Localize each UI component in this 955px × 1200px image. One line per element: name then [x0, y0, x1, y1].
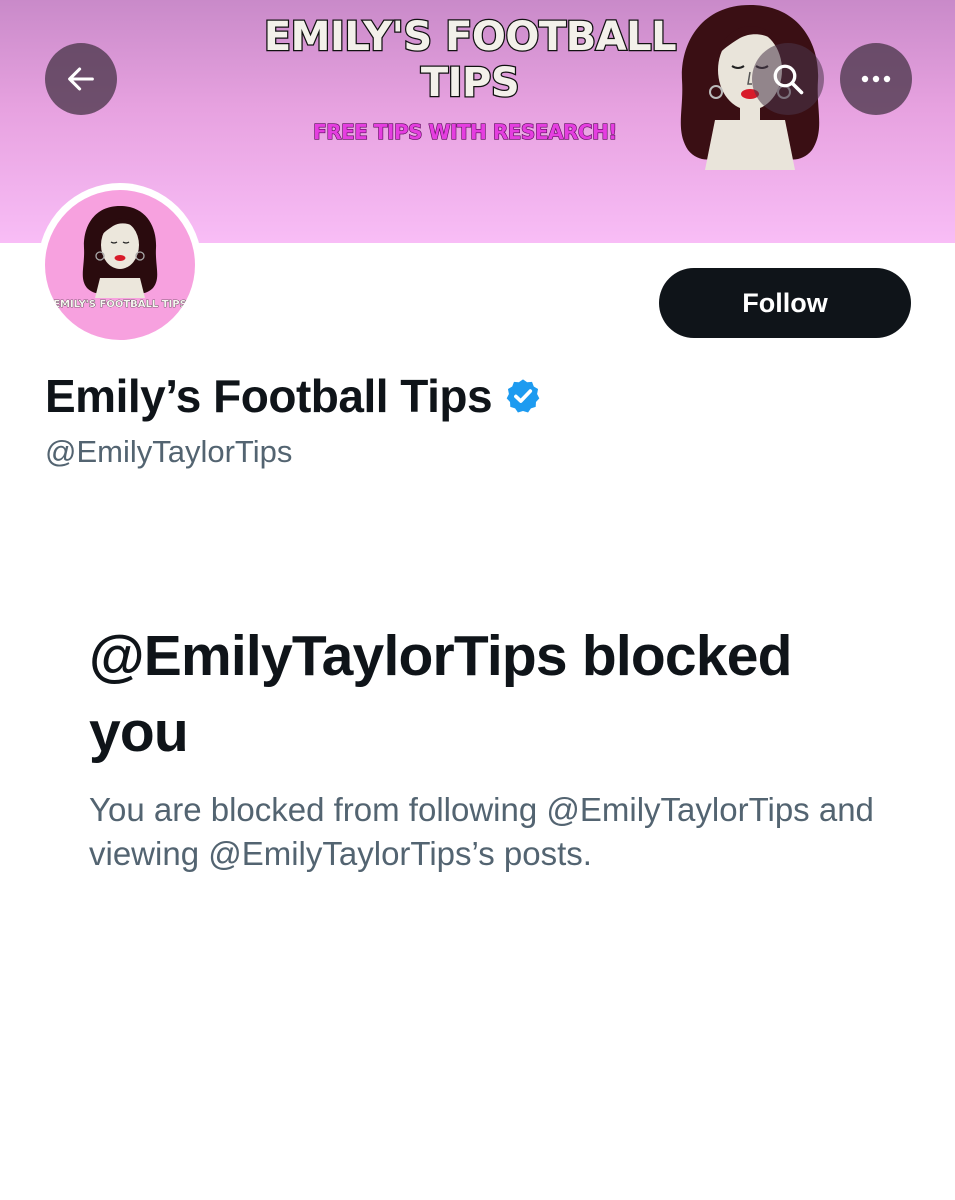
avatar: EMILY'S FOOTBALL TIPS — [45, 190, 195, 340]
banner-subtitle: FREE TIPS WITH RESEARCH! — [312, 119, 618, 144]
search-button[interactable] — [752, 43, 824, 115]
arrow-left-icon — [68, 67, 94, 91]
blocked-heading: @EmilyTaylorTips blocked you — [89, 624, 792, 764]
verified-badge-icon[interactable] — [504, 377, 542, 415]
banner-title: EMILY'S FOOTBALL TIPS — [263, 13, 678, 108]
profile-avatar[interactable]: EMILY'S FOOTBALL TIPS — [38, 183, 202, 347]
avatar-logo-text: EMILY'S FOOTBALL TIPS — [53, 299, 187, 311]
more-horizontal-icon — [861, 75, 891, 83]
avatar-illustration-image — [82, 206, 158, 298]
follow-button[interactable]: Follow — [659, 268, 911, 338]
more-options-button[interactable] — [840, 43, 912, 115]
profile-handle: @EmilyTaylorTips — [45, 434, 293, 469]
blocked-description: You are blocked from following @EmilyTay… — [89, 791, 874, 872]
display-name-text: Emily’s Football Tips — [45, 370, 493, 422]
profile-display-name: Emily’s Football Tips — [45, 370, 542, 422]
back-button[interactable] — [45, 43, 117, 115]
search-icon — [773, 64, 804, 95]
